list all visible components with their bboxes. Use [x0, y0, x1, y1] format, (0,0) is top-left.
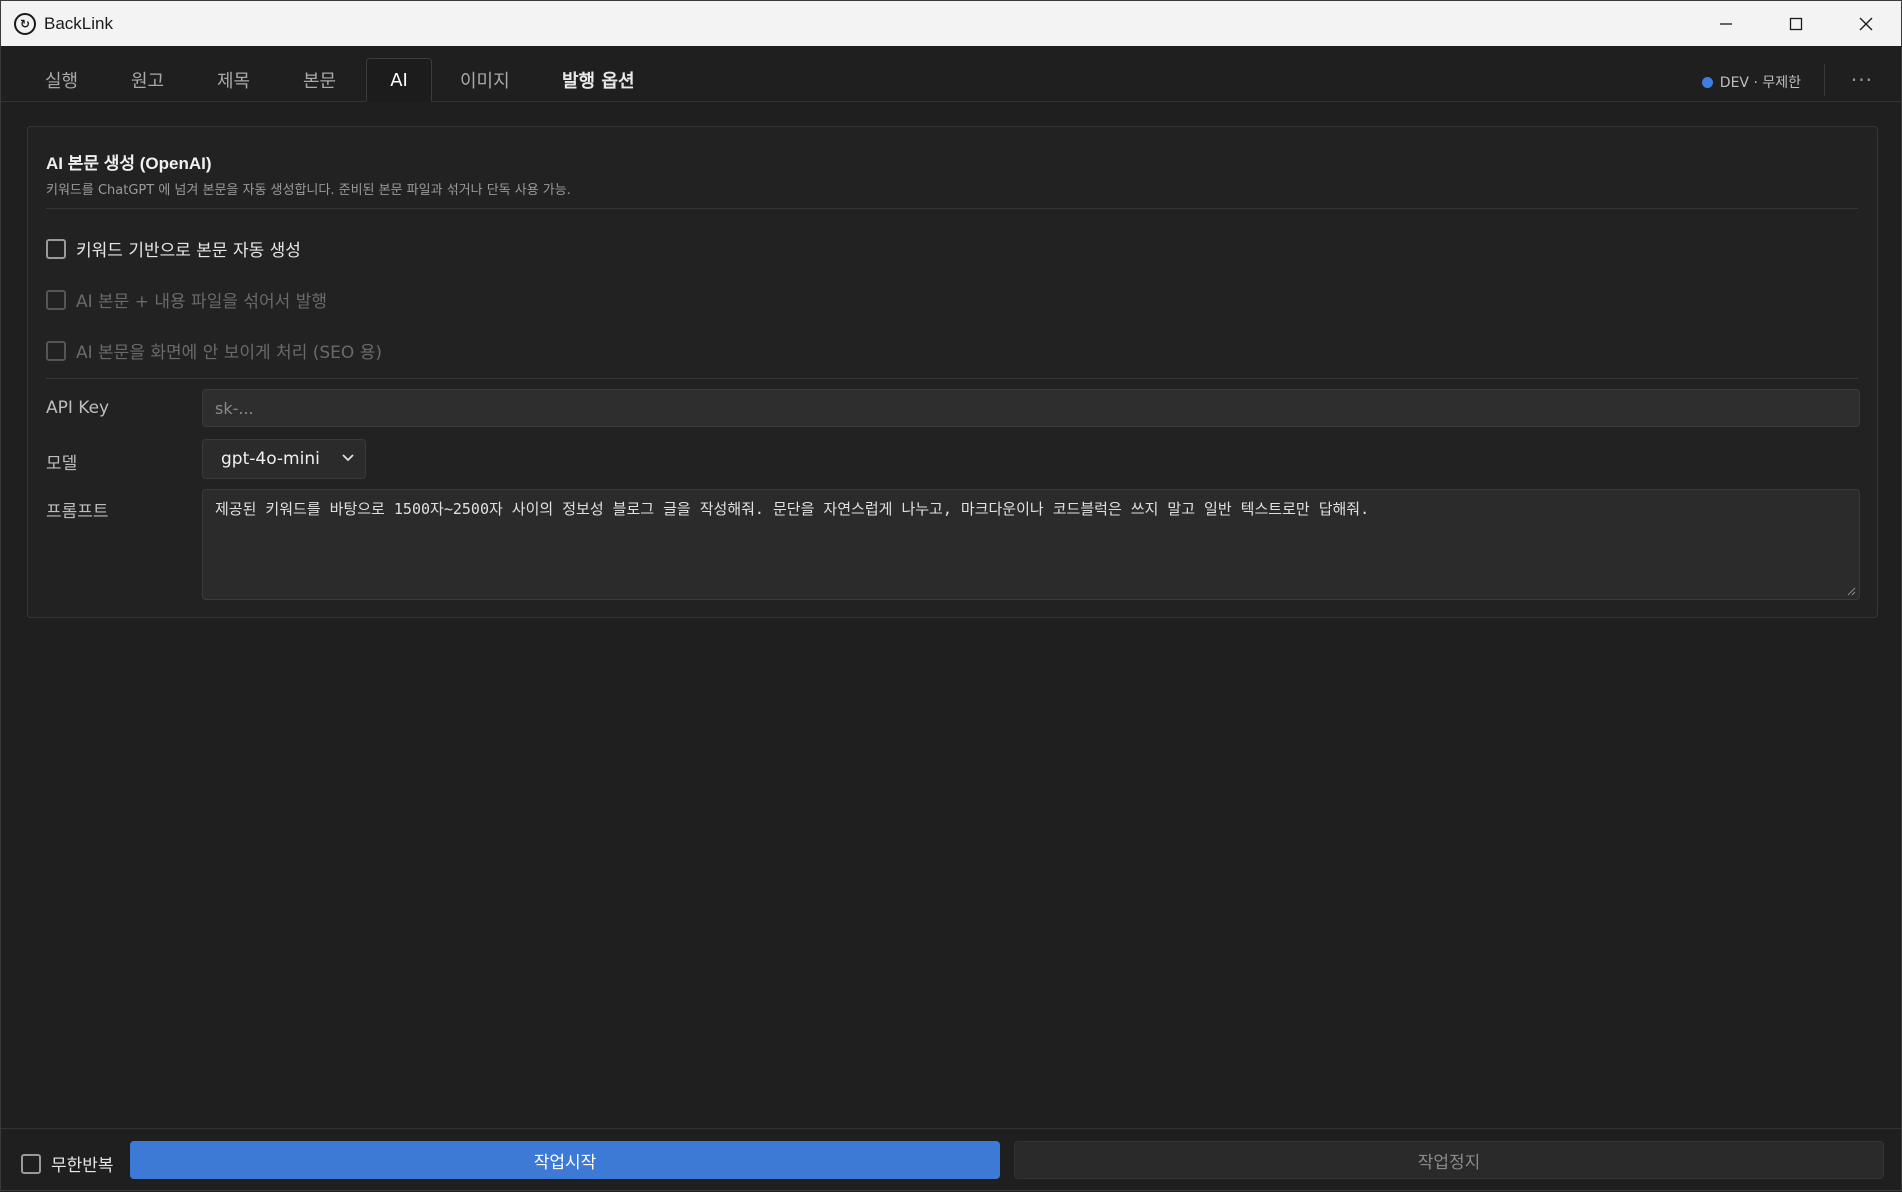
- minimize-icon: [1720, 22, 1732, 25]
- ai-settings-panel: AI 본문 생성 (OpenAI) 키워드를 ChatGPT 에 넘겨 본문을 …: [27, 126, 1878, 618]
- option-label: 키워드 기반으로 본문 자동 생성: [76, 241, 301, 261]
- start-button[interactable]: 작업시작: [130, 1141, 1000, 1179]
- minimize-button[interactable]: [1691, 1, 1761, 46]
- auto-generate-checkbox[interactable]: [46, 238, 66, 259]
- option-mix-files[interactable]: AI 본문 + 내용 파일을 섞어서 발행: [46, 287, 327, 312]
- prompt-textarea[interactable]: 제공된 키워드를 바탕으로 1500자~2500자 사이의 정보성 블로그 글을…: [202, 489, 1860, 600]
- infinite-loop-label: 무한반복: [51, 1156, 114, 1176]
- stop-button[interactable]: 작업정지: [1014, 1141, 1884, 1179]
- chevron-down-icon: [342, 454, 354, 462]
- maximize-button[interactable]: [1761, 1, 1831, 46]
- more-options-button[interactable]: ···: [1851, 68, 1873, 92]
- tab-ai[interactable]: AI: [366, 58, 432, 102]
- maximize-icon: [1789, 17, 1803, 30]
- option-auto-generate[interactable]: 키워드 기반으로 본문 자동 생성: [46, 236, 301, 261]
- status-label: DEV · 무제한: [1719, 75, 1801, 91]
- api-key-input[interactable]: sk-...: [202, 389, 1860, 427]
- tab-manuscript[interactable]: 원고: [117, 58, 178, 102]
- tab-run[interactable]: 실행: [31, 58, 92, 102]
- divider: [46, 378, 1858, 379]
- title-bar: ↻ BackLink: [1, 1, 1901, 46]
- option-label: AI 본문 + 내용 파일을 섞어서 발행: [76, 292, 327, 312]
- status-indicator: DEV · 무제한: [1701, 72, 1801, 92]
- model-label: 모델: [46, 454, 78, 474]
- app-window: ↻ BackLink 실행 원고 제목 본문 AI 이미지 발행 옵션 DEV …: [0, 0, 1902, 1191]
- window-title: BackLink: [44, 13, 113, 33]
- mix-files-checkbox[interactable]: [46, 289, 66, 310]
- prompt-text: 제공된 키워드를 바탕으로 1500자~2500자 사이의 정보성 블로그 글을…: [215, 500, 1370, 518]
- tab-image[interactable]: 이미지: [446, 58, 524, 102]
- status-dot-icon: [1701, 76, 1713, 88]
- infinite-loop-option[interactable]: 무한반복: [21, 1151, 114, 1176]
- app-logo-icon: ↻: [14, 12, 36, 35]
- close-icon: [1859, 17, 1873, 30]
- close-button[interactable]: [1831, 1, 1901, 46]
- panel-description: 키워드를 ChatGPT 에 넘겨 본문을 자동 생성합니다. 준비된 본문 파…: [46, 183, 571, 198]
- hide-seo-checkbox[interactable]: [46, 340, 66, 361]
- panel-title: AI 본문 생성 (OpenAI): [46, 154, 212, 173]
- api-key-label: API Key: [46, 398, 110, 418]
- tab-title[interactable]: 제목: [203, 58, 264, 102]
- tab-bar: 실행 원고 제목 본문 AI 이미지 발행 옵션 DEV · 무제한 ···: [1, 46, 1901, 102]
- option-label: AI 본문을 화면에 안 보이게 처리 (SEO 용): [76, 343, 382, 363]
- tab-publish-options[interactable]: 발행 옵션: [548, 58, 649, 102]
- model-select[interactable]: gpt-4o-mini: [202, 439, 366, 479]
- model-value: gpt-4o-mini: [221, 449, 320, 469]
- infinite-loop-checkbox[interactable]: [21, 1153, 41, 1174]
- option-hide-seo[interactable]: AI 본문을 화면에 안 보이게 처리 (SEO 용): [46, 338, 382, 363]
- resize-grip-icon[interactable]: [1846, 586, 1856, 596]
- divider: [1824, 64, 1825, 96]
- prompt-label: 프롬프트: [46, 502, 109, 522]
- divider: [46, 208, 1858, 209]
- tab-body[interactable]: 본문: [289, 58, 350, 102]
- bottom-bar: 무한반복 작업시작 작업정지: [1, 1128, 1901, 1192]
- window-controls: [1691, 1, 1901, 46]
